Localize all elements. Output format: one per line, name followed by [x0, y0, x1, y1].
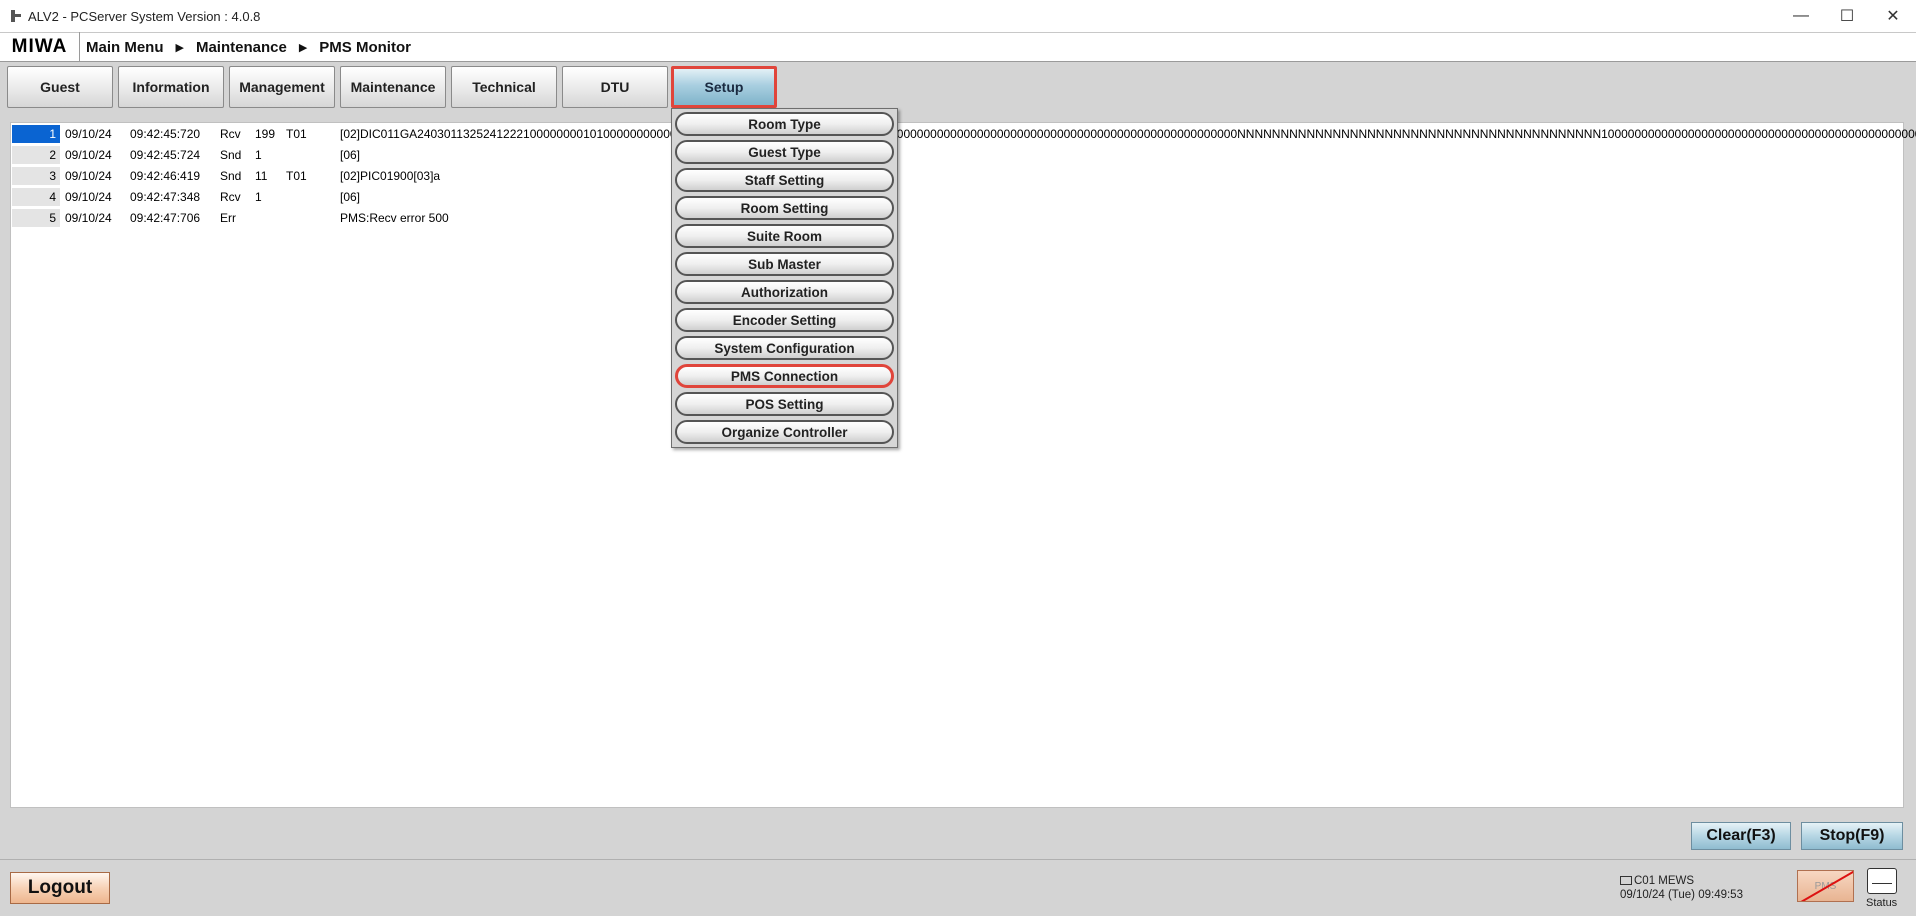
log-time: 09:42:46:419 — [130, 169, 201, 183]
log-date: 09/10/24 — [65, 148, 112, 162]
log-terminal: T01 — [286, 127, 307, 141]
log-time: 09:42:47:348 — [130, 190, 201, 204]
maximize-icon[interactable]: ☐ — [1824, 0, 1870, 32]
log-row[interactable]: 1 09/10/24 09:42:45:720 Rcv 199 T01 [02]… — [12, 124, 1916, 144]
menu-item-organize-controller[interactable]: Organize Controller — [675, 420, 894, 444]
menu-item-sub-master[interactable]: Sub Master — [675, 252, 894, 276]
close-icon[interactable]: ✕ — [1870, 0, 1916, 32]
tab-setup[interactable]: Setup — [671, 66, 777, 108]
log-length: 11 — [255, 169, 268, 183]
tab-technical[interactable]: Technical — [451, 66, 557, 108]
log-date: 09/10/24 — [65, 211, 112, 225]
window-titlebar: ALV2 - PCServer System Version : 4.0.8 —… — [0, 0, 1916, 32]
status-bar: Logout C01 MEWS 09/10/24 (Tue) 09:49:53 … — [0, 859, 1916, 916]
log-row-index: 1 — [12, 125, 60, 143]
log-length: 199 — [255, 127, 276, 141]
log-row-index: 4 — [12, 188, 60, 206]
current-datetime: 09/10/24 (Tue) 09:49:53 — [1620, 889, 1743, 901]
log-row-index: 3 — [12, 167, 60, 185]
window-controls: — ☐ ✕ — [1778, 0, 1916, 32]
log-message: [02]DIC011GA2403011325241222100000000101… — [340, 127, 1916, 141]
menu-item-staff-setting[interactable]: Staff Setting — [675, 168, 894, 192]
tab-management[interactable]: Management — [229, 66, 335, 108]
log-date: 09/10/24 — [65, 127, 112, 141]
log-time: 09:42:45:724 — [130, 148, 201, 162]
menu-item-room-setting[interactable]: Room Setting — [675, 196, 894, 220]
pms-log-list[interactable]: 1 09/10/24 09:42:45:720 Rcv 199 T01 [02]… — [10, 122, 1916, 808]
breadcrumb-arrow-icon: ▶ — [175, 41, 184, 54]
pms-disconnected-icon[interactable]: PMS — [1797, 870, 1854, 902]
log-message: [06] — [340, 148, 361, 162]
menu-item-guest-type[interactable]: Guest Type — [675, 140, 894, 164]
terminal-name: C01 MEWS — [1634, 875, 1695, 887]
breadcrumb-main-menu[interactable]: Main Menu — [86, 39, 164, 56]
menu-item-encoder-setting[interactable]: Encoder Setting — [675, 308, 894, 332]
terminal-info: C01 MEWS 09/10/24 (Tue) 09:49:53 — [1620, 874, 1743, 902]
tab-maintenance[interactable]: Maintenance — [340, 66, 446, 108]
menu-item-pms-connection[interactable]: PMS Connection — [675, 364, 894, 388]
log-length: 1 — [255, 190, 262, 204]
log-direction: Rcv — [220, 190, 241, 204]
computer-icon — [1620, 876, 1632, 885]
menu-item-system-configuration[interactable]: System Configuration — [675, 336, 894, 360]
tab-guest[interactable]: Guest — [7, 66, 113, 108]
logout-button[interactable]: Logout — [10, 872, 110, 904]
log-direction: Snd — [220, 148, 242, 162]
menu-item-pos-setting[interactable]: POS Setting — [675, 392, 894, 416]
log-row-index: 5 — [12, 209, 60, 227]
main-tab-bar: Guest Information Management Maintenance… — [0, 63, 1916, 110]
setup-dropdown-menu: Room Type Guest Type Staff Setting Room … — [671, 108, 898, 448]
log-message: [02]PIC01900[03]a — [340, 169, 441, 183]
menu-item-suite-room[interactable]: Suite Room — [675, 224, 894, 248]
breadcrumb-pms-monitor: PMS Monitor — [319, 38, 411, 56]
window-title: ALV2 - PCServer System Version : 4.0.8 — [28, 8, 261, 24]
menu-item-room-type[interactable]: Room Type — [675, 112, 894, 136]
app-icon — [8, 9, 22, 23]
breadcrumb-maintenance[interactable]: Maintenance — [196, 39, 287, 56]
log-length: 1 — [255, 148, 262, 162]
menu-item-authorization[interactable]: Authorization — [675, 280, 894, 304]
log-terminal: T01 — [286, 169, 307, 183]
log-date: 09/10/24 — [65, 190, 112, 204]
log-direction: Snd — [220, 169, 242, 183]
stop-button[interactable]: Stop(F9) — [1801, 822, 1903, 850]
log-direction: Err — [220, 211, 236, 225]
log-row[interactable]: 5 09/10/24 09:42:47:706 Err PMS:Recv err… — [12, 208, 1892, 228]
breadcrumb-arrow-icon: ▶ — [298, 41, 308, 54]
tab-dtu[interactable]: DTU — [562, 66, 668, 108]
status-icon[interactable] — [1867, 868, 1897, 894]
log-row[interactable]: 4 09/10/24 09:42:47:348 Rcv 1 [06] — [12, 187, 1892, 207]
log-date: 09/10/24 — [65, 169, 112, 183]
log-message: [06] — [340, 190, 361, 204]
miwa-logo: MIWA — [0, 32, 80, 62]
breadcrumb: Main Menu ▶ Maintenance ▶ PMS Monitor — [86, 39, 411, 56]
clear-button[interactable]: Clear(F3) — [1691, 822, 1791, 850]
log-message: PMS:Recv error 500 — [340, 211, 449, 225]
app-header: MIWA Main Menu ▶ Maintenance ▶ PMS Monit… — [0, 32, 1916, 62]
pms-indicator-label: PMS — [1814, 880, 1837, 892]
tab-information[interactable]: Information — [118, 66, 224, 108]
log-time: 09:42:47:706 — [130, 211, 201, 225]
log-direction: Rcv — [220, 127, 241, 141]
log-row[interactable]: 3 09/10/24 09:42:46:419 Snd 11 T01 [02]P… — [12, 166, 1892, 186]
log-time: 09:42:45:720 — [130, 127, 201, 141]
log-row[interactable]: 2 09/10/24 09:42:45:724 Snd 1 [06] — [12, 145, 1892, 165]
status-label: Status — [1866, 897, 1898, 909]
minimize-icon[interactable]: — — [1778, 0, 1824, 32]
log-row-index: 2 — [12, 146, 60, 164]
